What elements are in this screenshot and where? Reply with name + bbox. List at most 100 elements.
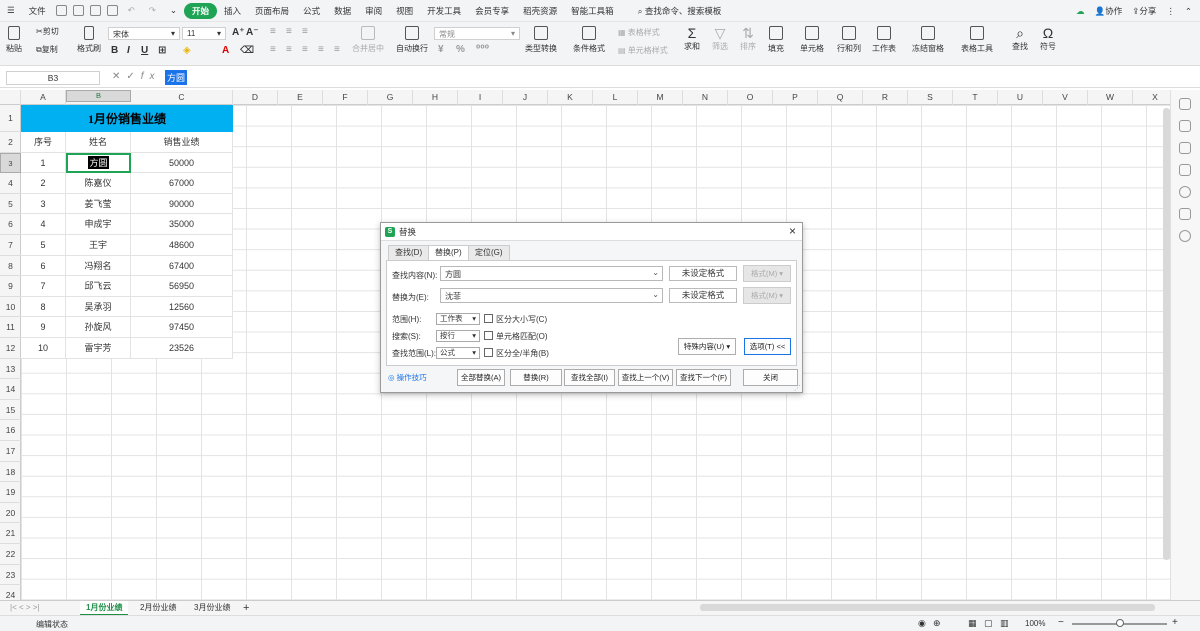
tab-home[interactable]: 开始	[184, 2, 218, 19]
table-header-cell[interactable]: 姓名	[66, 132, 131, 153]
print-icon[interactable]	[89, 5, 101, 16]
tab-data[interactable]: 数据	[327, 5, 358, 17]
table-title[interactable]: 1月份销售业绩	[21, 105, 233, 132]
table-cell[interactable]: 90000	[131, 193, 233, 215]
chevron-down-icon[interactable]: ⌄	[652, 268, 659, 277]
backup-icon[interactable]	[1179, 164, 1191, 176]
collab-button[interactable]: 👤协作	[1095, 5, 1123, 17]
column-header[interactable]: M	[638, 90, 683, 105]
format-painter-button[interactable]: 格式刷	[77, 26, 101, 54]
freeze-button[interactable]: 冻结窗格	[912, 26, 944, 54]
add-sheet-icon[interactable]: +	[237, 601, 255, 616]
column-header[interactable]: C	[131, 90, 233, 105]
chevron-down-icon[interactable]: ⌄	[652, 290, 659, 299]
cut-button[interactable]: ✂剪切	[36, 26, 59, 37]
fill-color-icon[interactable]: ◈	[183, 45, 191, 56]
table-cell[interactable]: 7	[21, 276, 66, 297]
justify-icon[interactable]: ≡	[318, 44, 324, 55]
bold-icon[interactable]: B	[111, 45, 118, 56]
format-icon[interactable]	[1179, 208, 1191, 220]
search-order-select[interactable]: 按行 ▾	[436, 330, 480, 342]
table-cell[interactable]: 56950	[131, 276, 233, 297]
resize-grip-icon[interactable]: ⋰	[794, 384, 801, 392]
share-button[interactable]: ⇪分享	[1132, 5, 1156, 17]
cell-button[interactable]: 单元格	[800, 26, 824, 54]
align-left-icon[interactable]: ≡	[270, 44, 276, 55]
active-cell[interactable]: 方圆	[66, 152, 131, 174]
row-header[interactable]: 23	[0, 565, 21, 586]
table-cell[interactable]: 9	[21, 317, 66, 338]
sort-button[interactable]: ⇅ 排序	[740, 26, 756, 52]
first-sheet-icon[interactable]: |< < > >|	[4, 601, 46, 616]
fx-icon[interactable]: fx	[141, 71, 161, 82]
table-cell[interactable]: 12560	[131, 296, 233, 318]
zoom-level[interactable]: 100%	[1025, 619, 1045, 628]
column-header[interactable]: A	[21, 90, 66, 105]
column-header[interactable]: U	[998, 90, 1043, 105]
replace-format-button[interactable]: 格式(M) ▾	[743, 287, 791, 304]
tab-replace[interactable]: 替换(P)	[428, 245, 469, 261]
command-search[interactable]: ⌕ 查找命令、搜索模板	[631, 5, 729, 17]
table-cell[interactable]: 邱飞云	[66, 276, 131, 297]
table-cell[interactable]: 陈嘉仪	[66, 173, 131, 194]
column-header[interactable]: J	[503, 90, 548, 105]
more-quick-icon[interactable]: ⌄	[163, 5, 184, 16]
sheet-tab-3[interactable]: 3月份业绩	[188, 601, 236, 616]
close-button[interactable]: 关闭	[743, 369, 798, 386]
column-header[interactable]: S	[908, 90, 953, 105]
table-cell[interactable]: 8	[21, 296, 66, 318]
table-cell[interactable]: 3	[21, 193, 66, 215]
row-header[interactable]: 16	[0, 420, 21, 441]
sheet-tab-2[interactable]: 2月份业绩	[134, 601, 182, 616]
select-all-corner[interactable]	[0, 90, 21, 105]
column-header[interactable]: B	[66, 90, 131, 102]
column-header[interactable]: O	[728, 90, 773, 105]
table-cell[interactable]: 35000	[131, 214, 233, 235]
tab-view[interactable]: 视图	[389, 5, 420, 17]
help-icon[interactable]	[1179, 186, 1191, 198]
options-button[interactable]: 选项(T) <<	[744, 338, 791, 355]
table-cell[interactable]: 雷宇芳	[66, 338, 131, 359]
horizontal-scrollbar[interactable]	[700, 604, 1155, 611]
page-break-icon[interactable]: ▥	[1000, 618, 1009, 629]
page-layout-icon[interactable]: ▢	[984, 618, 993, 629]
property-icon[interactable]	[1179, 142, 1191, 154]
name-box[interactable]: B3	[6, 71, 100, 85]
row-header[interactable]: 3	[0, 152, 21, 174]
column-header[interactable]: G	[368, 90, 413, 105]
conditional-format-button[interactable]: 条件格式	[573, 26, 605, 54]
match-case-checkbox[interactable]	[484, 314, 493, 323]
column-header[interactable]: N	[683, 90, 728, 105]
tab-developer[interactable]: 开发工具	[420, 5, 468, 17]
row-header[interactable]: 7	[0, 235, 21, 256]
row-header[interactable]: 8	[0, 256, 21, 277]
font-name-select[interactable]: 宋体 ▾	[108, 27, 180, 40]
formula-input[interactable]: 方圆	[165, 70, 188, 85]
tips-link[interactable]: ◎ 操作技巧	[388, 372, 427, 383]
tab-goto[interactable]: 定位(G)	[468, 245, 510, 260]
row-header[interactable]: 14	[0, 379, 21, 400]
row-header[interactable]: 9	[0, 276, 21, 297]
row-header[interactable]: 21	[0, 523, 21, 544]
redo-icon[interactable]: ↷	[142, 5, 163, 16]
column-header[interactable]: L	[593, 90, 638, 105]
align-bottom-icon[interactable]: ≡	[302, 26, 308, 37]
column-header[interactable]: R	[863, 90, 908, 105]
replace-button[interactable]: 替换(R)	[510, 369, 562, 386]
table-cell[interactable]: 5	[21, 235, 66, 256]
table-cell[interactable]: 50000	[131, 152, 233, 174]
tab-page-layout[interactable]: 页面布局	[248, 5, 296, 17]
print-preview-icon[interactable]	[106, 5, 118, 16]
symbol-button[interactable]: Ω 符号	[1040, 26, 1056, 52]
row-header[interactable]: 17	[0, 441, 21, 462]
zoom-out-icon[interactable]: −	[1058, 617, 1064, 628]
table-cell[interactable]: 97450	[131, 317, 233, 338]
table-cell[interactable]: 67400	[131, 255, 233, 277]
table-cell[interactable]: 1	[21, 152, 66, 174]
column-header[interactable]: K	[548, 90, 593, 105]
table-tools-button[interactable]: 表格工具	[961, 26, 993, 54]
column-header[interactable]: D	[233, 90, 278, 105]
file-menu[interactable]: 文件	[22, 5, 53, 17]
more-icon[interactable]: ⋮	[1166, 6, 1175, 17]
cancel-icon[interactable]: ✕	[112, 71, 126, 82]
